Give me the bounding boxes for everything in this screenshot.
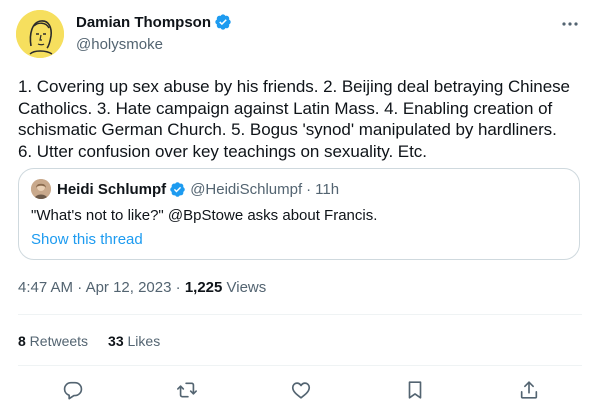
tweet-date[interactable]: Apr 12, 2023 bbox=[86, 279, 172, 296]
divider bbox=[18, 314, 582, 315]
likes-count: 33 bbox=[108, 333, 124, 349]
retweets-stat[interactable]: 8 Retweets bbox=[18, 333, 88, 349]
likes-stat[interactable]: 33 Likes bbox=[108, 333, 160, 349]
like-icon[interactable] bbox=[290, 379, 312, 401]
views-count: 1,225 bbox=[184, 279, 223, 296]
retweets-label: Retweets bbox=[25, 333, 89, 349]
quoted-timestamp: 11h bbox=[315, 180, 340, 198]
quoted-separator: · bbox=[306, 180, 312, 198]
likes-label: Likes bbox=[123, 333, 161, 349]
share-icon[interactable] bbox=[518, 379, 540, 401]
reply-icon[interactable] bbox=[62, 379, 84, 401]
quoted-handle: @HeidiSchlumpf bbox=[190, 180, 303, 198]
quoted-tweet-text: "What's not to like?" @BpStowe asks abou… bbox=[31, 207, 378, 224]
show-thread-link[interactable]: Show this thread bbox=[31, 231, 143, 248]
avatar-illustration bbox=[16, 10, 64, 58]
retweet-icon[interactable] bbox=[176, 379, 198, 401]
meta-separator: · bbox=[171, 279, 185, 296]
tweet-time[interactable]: 4:47 AM bbox=[18, 279, 73, 296]
quoted-verified-badge-icon bbox=[169, 181, 186, 198]
tweet-text: 1. Covering up sex abuse by his friends.… bbox=[18, 77, 570, 161]
author-display-name[interactable]: Damian Thompson bbox=[76, 14, 211, 31]
tweet-stats: 8 Retweets 33 Likes bbox=[18, 333, 180, 349]
bookmark-icon[interactable] bbox=[404, 379, 426, 401]
author-handle[interactable]: @holysmoke bbox=[76, 36, 163, 53]
quoted-tweet-header: Heidi Schlumpf @HeidiSchlumpf · 11h bbox=[31, 179, 339, 199]
author-name-row: Damian Thompson bbox=[76, 13, 232, 31]
quoted-tweet[interactable]: Heidi Schlumpf @HeidiSchlumpf · 11h "Wha… bbox=[18, 168, 580, 260]
tweet-meta: 4:47 AM · Apr 12, 2023 · 1,225 Views bbox=[18, 279, 266, 296]
retweets-count: 8 bbox=[18, 333, 26, 349]
divider bbox=[18, 365, 582, 366]
more-options-icon[interactable] bbox=[560, 14, 580, 34]
action-bar bbox=[18, 379, 582, 401]
avatar[interactable] bbox=[16, 10, 64, 58]
tweet-card: Damian Thompson @holysmoke 1. Covering u… bbox=[0, 0, 598, 415]
verified-badge-icon[interactable] bbox=[214, 13, 232, 31]
meta-separator: · bbox=[73, 279, 86, 296]
quoted-display-name: Heidi Schlumpf bbox=[57, 180, 167, 198]
quoted-avatar bbox=[31, 179, 51, 199]
views-label: Views bbox=[222, 279, 267, 296]
